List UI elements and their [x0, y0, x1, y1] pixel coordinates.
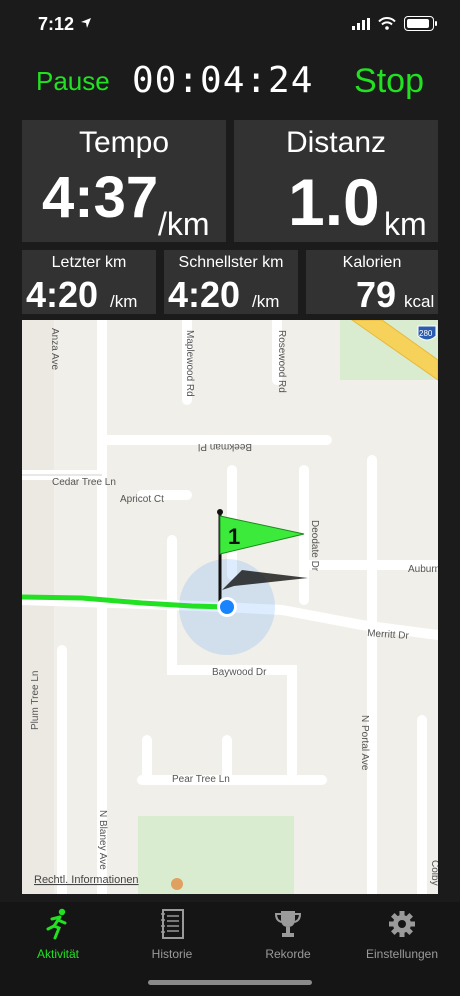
elapsed-timer: 00:04:24 [132, 60, 314, 101]
calories-label: Kalorien [342, 254, 402, 271]
street-label: Rosewood Rd [276, 330, 287, 393]
signal-icon [352, 17, 370, 30]
street-label: Deodate Dr [309, 520, 320, 572]
distance-value: 1.0 [288, 165, 380, 239]
tab-label: Einstellungen [365, 947, 439, 961]
legal-link[interactable]: Rechtl. Informationen [34, 874, 139, 886]
street-label: Plum Tree Ln [30, 671, 41, 730]
fastest-km-value: 4:20 [168, 274, 241, 315]
school-icon [171, 878, 183, 890]
svg-text:280: 280 [419, 329, 433, 338]
workout-controls: Pause 00:04:24 Stop [0, 58, 460, 104]
map-block [22, 320, 54, 894]
battery-icon [404, 16, 437, 31]
location-arrow-icon [81, 18, 91, 28]
distance-label: Distanz [285, 126, 387, 159]
runner-icon [46, 908, 67, 940]
last-km-value: 4:20 [26, 274, 99, 315]
street-label: Maplewood Rd [184, 330, 195, 397]
tab-historie[interactable]: Historie [122, 908, 222, 961]
calories-unit: kcal [404, 292, 435, 311]
distance-tile: Distanz 1.0 km [234, 120, 438, 242]
pause-button[interactable]: Pause [36, 66, 110, 97]
street-label: Baywood Dr [212, 667, 267, 678]
home-indicator[interactable] [148, 980, 312, 985]
street-label: Beekman Pl [198, 441, 252, 452]
fastest-km-unit: /km [252, 292, 280, 311]
fastest-km-label: Schnellster km [178, 254, 284, 271]
tab-einstellungen[interactable]: Einstellungen [352, 908, 452, 961]
trophy-icon [274, 911, 302, 937]
street-label: Cedar Tree Ln [52, 477, 116, 488]
location-dot [220, 600, 234, 614]
notebook-icon [161, 909, 184, 939]
tempo-unit: /km [158, 206, 210, 242]
gear-icon [389, 911, 415, 937]
last-km-label: Letzter km [51, 254, 127, 271]
tab-rekorde[interactable]: Rekorde [238, 908, 338, 961]
street-label: Apricot Ct [120, 494, 164, 505]
stop-button[interactable]: Stop [354, 62, 424, 101]
street-label: Colby [429, 860, 438, 886]
tempo-label: Tempo [78, 126, 170, 159]
street-label: N Blaney Ave [97, 810, 108, 870]
tab-label: Historie [151, 947, 193, 961]
street-label: Anza Ave [49, 328, 60, 371]
interstate-shield-icon: 280 [417, 325, 437, 341]
calories-value: 79 [356, 274, 397, 315]
status-bar: 7:12 [0, 0, 460, 50]
svg-text:1: 1 [228, 524, 240, 549]
street-label: Pear Tree Ln [172, 774, 230, 785]
calories-tile: Kalorien 79 kcal [306, 250, 438, 315]
tempo-tile: Tempo 4:37 /km [22, 120, 226, 242]
tempo-value: 4:37 [42, 165, 159, 230]
wifi-icon [378, 17, 396, 30]
street-label: N Portal Ave [359, 715, 370, 771]
route-map[interactable]: Cedar Tree Ln Apricot Ct Beekman Pl Bayw… [22, 320, 438, 894]
last-km-unit: /km [110, 292, 138, 311]
fastest-km-tile: Schnellster km 4:20 /km [164, 250, 298, 315]
status-time: 7:12 [38, 14, 75, 34]
last-km-tile: Letzter km 4:20 /km [22, 250, 156, 315]
school-area [138, 816, 294, 894]
street-label: Auburn [408, 564, 438, 575]
tab-aktivitat[interactable]: Aktivität [8, 908, 108, 961]
tab-label: Aktivität [36, 947, 79, 961]
tab-label: Rekorde [265, 947, 311, 961]
distance-unit: km [384, 206, 427, 242]
